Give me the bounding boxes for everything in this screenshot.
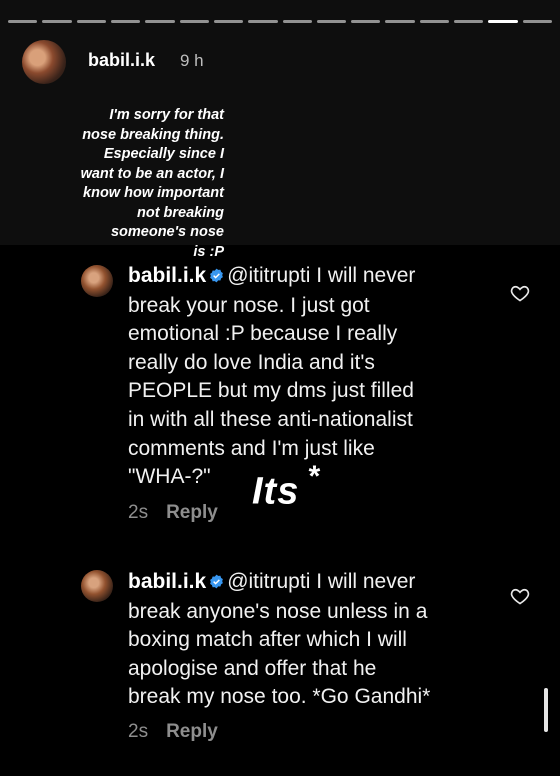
progress-segment — [419, 20, 450, 23]
comment-line: comments and I'm just like — [128, 436, 375, 460]
comment-meta: 2s Reply — [128, 502, 218, 524]
comment-line: I will never — [310, 570, 416, 593]
reply-button[interactable]: Reply — [166, 721, 218, 742]
comment-line: break anyone's nose unless in a — [128, 599, 428, 623]
progress-segment — [110, 20, 141, 23]
scrollbar[interactable] — [544, 688, 548, 732]
progress-segment — [8, 20, 38, 23]
comment-first-line: babil.i.k @ititrupti I will never — [128, 262, 488, 292]
progress-segment — [145, 20, 175, 23]
sticker-word: Its — [252, 470, 300, 513]
progress-segment — [213, 20, 244, 23]
comment-line: really do love India and it's — [128, 350, 375, 374]
comment-line: break my nose too. *Go Gandhi* — [128, 685, 431, 709]
comment-line: boxing match after which I will — [128, 628, 407, 652]
verified-badge-icon — [209, 263, 224, 292]
avatar[interactable] — [81, 570, 113, 602]
like-heart-icon[interactable] — [510, 586, 530, 606]
caption-line: not breaking — [136, 204, 224, 221]
story-username[interactable]: babil.i.k — [88, 50, 155, 71]
comment-username[interactable]: babil.i.k — [128, 570, 206, 593]
progress-segment — [76, 20, 106, 23]
verified-badge-icon — [209, 569, 224, 598]
story-avatar[interactable] — [22, 40, 66, 84]
mention-link[interactable]: @ititrupti — [227, 264, 310, 287]
caption-line: Especially since I — [103, 146, 224, 162]
progress-segment — [42, 20, 72, 23]
comment-line: PEOPLE but my dms just filled — [128, 379, 414, 403]
comment-time: 2s — [128, 502, 149, 523]
story-progress-bar — [8, 20, 552, 23]
comment-username[interactable]: babil.i.k — [128, 264, 206, 287]
caption-line: I'm sorry for that — [109, 107, 224, 123]
sticker-asterisk: * — [307, 460, 321, 493]
comment-line: emotional :P because I really — [128, 322, 398, 346]
progress-segment-active — [488, 20, 518, 23]
progress-segment — [282, 20, 312, 23]
caption-line: is :P — [193, 243, 224, 260]
comment-line: apologise and offer that he — [128, 656, 377, 680]
avatar[interactable] — [81, 265, 113, 297]
comment-meta: 2s Reply — [128, 721, 218, 743]
progress-segment — [385, 20, 415, 23]
progress-segment — [248, 20, 278, 23]
like-heart-icon[interactable] — [510, 283, 530, 303]
caption-line: nose breaking thing. — [82, 126, 224, 143]
progress-segment — [179, 20, 209, 23]
comment-body: babil.i.k @ititrupti I will never break a… — [128, 568, 488, 712]
its-sticker-text: Its * — [252, 460, 320, 514]
progress-segment — [316, 20, 347, 23]
caption-line: someone's nose — [110, 224, 224, 240]
progress-segment — [454, 20, 484, 23]
comment-first-line: babil.i.k @ititrupti I will never — [128, 568, 488, 598]
comment-line: in with all these anti-nationalist — [128, 407, 413, 431]
progress-segment — [351, 20, 381, 23]
caption-line: want to be an actor, I — [80, 165, 224, 182]
mention-link[interactable]: @ititrupti — [227, 570, 310, 593]
comment-line: I will never — [310, 264, 416, 287]
story-caption: I'm sorry for that nose breaking thing. … — [34, 106, 224, 262]
reply-button[interactable]: Reply — [166, 502, 218, 523]
comment-body: babil.i.k @ititrupti I will never break y… — [128, 262, 488, 492]
caption-line: know how important — [83, 185, 224, 201]
story-timestamp: 9 h — [180, 51, 204, 70]
comment-line: break your nose. I just got — [128, 293, 370, 317]
progress-segment — [522, 20, 552, 23]
comment-time: 2s — [128, 721, 149, 742]
